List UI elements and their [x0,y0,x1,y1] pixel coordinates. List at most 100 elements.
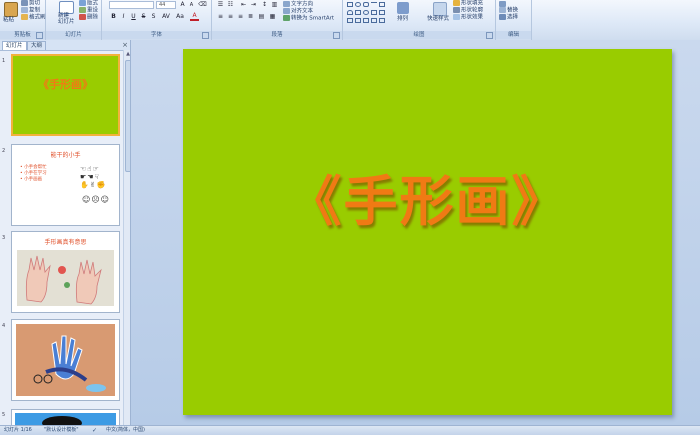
shape-effects-button[interactable]: 形状效果 [453,14,483,22]
outline-icon [453,7,460,13]
numbering-button[interactable]: ☷ [226,1,235,9]
pane-tabs: 幻灯片 大纲 × [0,40,130,51]
shape-callout-icon[interactable] [363,18,369,23]
slide-number: 5 [2,412,6,418]
paragraph-group-label: 段落 [212,31,342,39]
slide-number: 4 [2,323,6,329]
shape-rectangle-icon[interactable] [347,2,353,7]
reset-icon [79,7,86,13]
shape-effects-label: 形状效果 [461,14,484,21]
slides-pane: 幻灯片 大纲 × 1 《手形画》 2 能干的小手 • 小手会帮忙 • 小手在学习… [0,40,131,425]
change-case-button[interactable]: Aa [174,13,186,21]
align-left-button[interactable]: ≡ [216,13,225,21]
shape-flow-icon[interactable] [371,18,377,23]
clipboard-dialog-launcher[interactable] [36,32,43,39]
slide-number: 1 [2,58,6,64]
drawing-dialog-launcher[interactable] [486,32,493,39]
text-direction-icon [283,1,290,7]
distribute-button[interactable]: ▤ [257,13,266,21]
layout-icon [79,0,86,6]
shape-brace-icon[interactable] [347,18,353,23]
align-text-label: 对齐文本 [291,8,314,15]
bullet-text: 小手在学习 [24,171,47,176]
char-spacing-button[interactable]: AV [160,13,172,21]
reset-label: 重设 [87,7,99,14]
paragraph-dialog-launcher[interactable] [333,32,340,39]
shape-arrow-icon[interactable] [371,10,377,15]
shrink-font-button[interactable]: A [187,1,196,9]
format-painter-button[interactable]: 格式刷 [21,14,46,22]
close-pane-icon[interactable]: × [122,41,128,49]
select-button[interactable]: 选择 [499,14,518,22]
increase-indent-button[interactable]: ⇥ [249,1,258,9]
bullet-text: 小手画画 [24,177,43,182]
slide-thumbnail-5[interactable] [11,409,120,425]
italic-button[interactable]: I [119,13,128,21]
current-slide[interactable]: 《手形画》 [183,49,672,415]
font-name-combo[interactable] [109,1,154,9]
hand-gesture-icons: ☜☝☞ ☛☚☟ ✋✌✊ [80,165,107,189]
slide-number: 3 [2,235,6,241]
shadow-button[interactable]: S [149,13,158,21]
bullets-button[interactable]: ☰ [216,1,225,9]
hand-drawing-image [17,250,114,306]
layout-label: 版式 [87,0,99,7]
line-spacing-button[interactable]: ↕ [260,1,269,9]
quick-styles-icon [433,2,447,16]
delete-button[interactable]: 删除 [79,14,98,22]
arrange-button[interactable]: 排列 [397,16,408,23]
replace-icon [499,7,506,13]
shape-bracket-icon[interactable] [355,18,361,23]
quick-styles-button[interactable]: 快速样式 [427,16,449,23]
slides-group-label: 幻灯片 [46,31,101,39]
tab-slides[interactable]: 幻灯片 [2,41,27,50]
column-layout-button[interactable]: ▦ [268,13,277,21]
paste-icon [4,2,18,17]
replace-label: 替换 [507,7,519,14]
justify-button[interactable]: ≣ [246,13,255,21]
slide-thumbnail-1[interactable]: 《手形画》 [11,54,120,136]
brush-icon [21,14,28,20]
convert-smartart-button[interactable]: 转换为 SmartArt [283,15,334,23]
shape-curve-icon[interactable] [363,10,369,15]
align-text-icon [283,8,290,14]
select-label: 选择 [507,14,519,21]
font-dialog-launcher[interactable] [202,32,209,39]
drawing-group-label: 绘图 [343,31,495,39]
slide-thumbnail-4[interactable] [11,319,120,401]
slide-thumbnail-3[interactable]: 手形画真有意思 [11,231,120,313]
align-right-button[interactable]: ≡ [236,13,245,21]
bird-hand-drawing-image [16,324,115,396]
columns-button[interactable]: ▥ [270,1,279,9]
shape-star-icon[interactable] [379,10,385,15]
decrease-indent-button[interactable]: ⇤ [239,1,248,9]
shape-oval-icon[interactable] [355,2,361,7]
underline-button[interactable]: U [129,13,138,21]
grow-font-button[interactable]: A [178,1,187,9]
editing-group-label: 编辑 [496,31,531,39]
thumbnail-bullets: • 小手会帮忙 • 小手在学习 • 小手画画 [20,165,47,183]
shape-triangle-icon[interactable] [355,10,361,15]
strikethrough-button[interactable]: S [139,13,148,21]
new-slide-button[interactable]: 新建 幻灯片 [58,13,75,25]
pane-scrollbar[interactable]: ▲ [123,50,130,425]
font-color-button[interactable]: A [190,13,199,21]
shape-line-icon[interactable] [371,2,377,7]
copy-label: 复制 [29,7,41,14]
align-center-button[interactable]: ≡ [226,13,235,21]
font-size-combo[interactable]: 44 [156,1,176,9]
thumbnail-figure [42,416,82,425]
slide-thumbnail-2[interactable]: 能干的小手 • 小手会帮忙 • 小手在学习 • 小手画画 ☜☝☞ ☛☚☟ ✋✌✊ ☺… [11,144,120,226]
shape-fill-label: 形状填充 [461,0,484,7]
shape-more-icon[interactable] [379,18,385,23]
shape-arc-icon[interactable] [347,10,353,15]
bold-button[interactable]: B [109,13,118,21]
slide-title[interactable]: 《手形画》 [183,157,672,236]
paste-button[interactable]: 粘贴 [3,17,14,24]
shape-textbox-icon[interactable] [379,2,385,7]
clear-format-button[interactable]: ⌫ [198,1,207,9]
slide-editing-area: 《手形画》 [131,40,700,425]
font-group-label: 字体 [102,31,211,39]
tab-outline[interactable]: 大纲 [27,41,47,50]
shape-rounded-rect-icon[interactable] [363,2,369,7]
